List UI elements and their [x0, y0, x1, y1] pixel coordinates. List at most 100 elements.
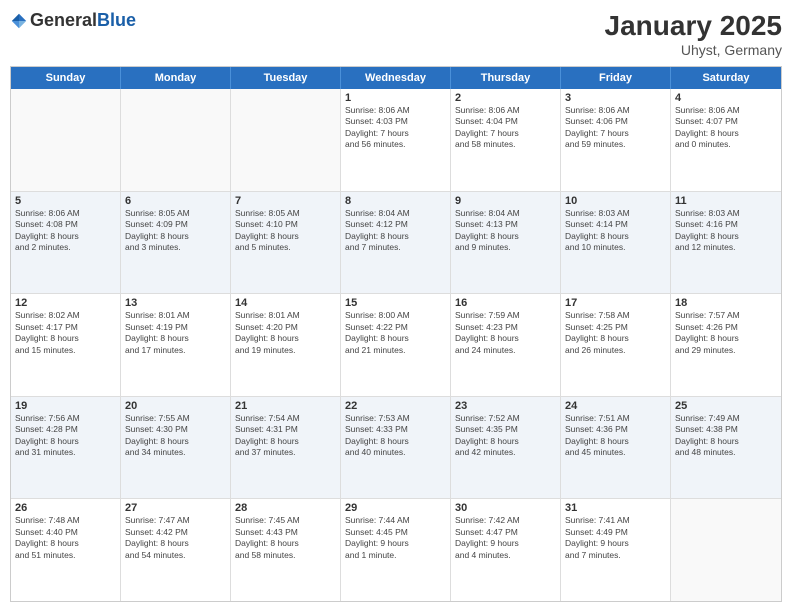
- empty-cell: [121, 89, 231, 191]
- day-info: Sunrise: 7:56 AM Sunset: 4:28 PM Dayligh…: [15, 413, 116, 459]
- day-number: 21: [235, 400, 336, 412]
- day-number: 7: [235, 195, 336, 207]
- calendar-header: SundayMondayTuesdayWednesdayThursdayFrid…: [11, 67, 781, 89]
- day-info: Sunrise: 8:06 AM Sunset: 4:08 PM Dayligh…: [15, 208, 116, 254]
- weekday-header: Saturday: [671, 67, 781, 89]
- weekday-header: Wednesday: [341, 67, 451, 89]
- day-number: 14: [235, 297, 336, 309]
- day-info: Sunrise: 8:01 AM Sunset: 4:20 PM Dayligh…: [235, 310, 336, 356]
- day-number: 22: [345, 400, 446, 412]
- day-cell: 13Sunrise: 8:01 AM Sunset: 4:19 PM Dayli…: [121, 294, 231, 396]
- empty-cell: [671, 499, 781, 601]
- day-number: 17: [565, 297, 666, 309]
- day-info: Sunrise: 8:06 AM Sunset: 4:07 PM Dayligh…: [675, 105, 777, 151]
- day-info: Sunrise: 8:06 AM Sunset: 4:04 PM Dayligh…: [455, 105, 556, 151]
- day-info: Sunrise: 8:05 AM Sunset: 4:10 PM Dayligh…: [235, 208, 336, 254]
- day-number: 19: [15, 400, 116, 412]
- day-number: 24: [565, 400, 666, 412]
- day-cell: 1Sunrise: 8:06 AM Sunset: 4:03 PM Daylig…: [341, 89, 451, 191]
- day-info: Sunrise: 7:51 AM Sunset: 4:36 PM Dayligh…: [565, 413, 666, 459]
- calendar-subtitle: Uhyst, Germany: [605, 42, 782, 58]
- day-info: Sunrise: 7:53 AM Sunset: 4:33 PM Dayligh…: [345, 413, 446, 459]
- logo-icon: [10, 12, 28, 30]
- calendar-title: January 2025: [605, 10, 782, 42]
- day-cell: 11Sunrise: 8:03 AM Sunset: 4:16 PM Dayli…: [671, 192, 781, 294]
- day-number: 1: [345, 92, 446, 104]
- day-info: Sunrise: 8:03 AM Sunset: 4:14 PM Dayligh…: [565, 208, 666, 254]
- day-cell: 30Sunrise: 7:42 AM Sunset: 4:47 PM Dayli…: [451, 499, 561, 601]
- weekday-header: Monday: [121, 67, 231, 89]
- day-number: 6: [125, 195, 226, 207]
- day-number: 3: [565, 92, 666, 104]
- day-cell: 7Sunrise: 8:05 AM Sunset: 4:10 PM Daylig…: [231, 192, 341, 294]
- day-number: 31: [565, 502, 666, 514]
- day-cell: 9Sunrise: 8:04 AM Sunset: 4:13 PM Daylig…: [451, 192, 561, 294]
- day-info: Sunrise: 7:44 AM Sunset: 4:45 PM Dayligh…: [345, 515, 446, 561]
- day-cell: 17Sunrise: 7:58 AM Sunset: 4:25 PM Dayli…: [561, 294, 671, 396]
- day-cell: 23Sunrise: 7:52 AM Sunset: 4:35 PM Dayli…: [451, 397, 561, 499]
- day-cell: 10Sunrise: 8:03 AM Sunset: 4:14 PM Dayli…: [561, 192, 671, 294]
- day-info: Sunrise: 7:59 AM Sunset: 4:23 PM Dayligh…: [455, 310, 556, 356]
- header: GeneralBlue January 2025 Uhyst, Germany: [10, 10, 782, 58]
- logo-text: GeneralBlue: [30, 10, 136, 31]
- day-cell: 28Sunrise: 7:45 AM Sunset: 4:43 PM Dayli…: [231, 499, 341, 601]
- logo-general: General: [30, 10, 97, 30]
- day-number: 5: [15, 195, 116, 207]
- day-cell: 29Sunrise: 7:44 AM Sunset: 4:45 PM Dayli…: [341, 499, 451, 601]
- day-info: Sunrise: 8:06 AM Sunset: 4:06 PM Dayligh…: [565, 105, 666, 151]
- day-info: Sunrise: 8:05 AM Sunset: 4:09 PM Dayligh…: [125, 208, 226, 254]
- calendar-row: 12Sunrise: 8:02 AM Sunset: 4:17 PM Dayli…: [11, 294, 781, 397]
- day-info: Sunrise: 8:02 AM Sunset: 4:17 PM Dayligh…: [15, 310, 116, 356]
- calendar-row: 19Sunrise: 7:56 AM Sunset: 4:28 PM Dayli…: [11, 397, 781, 500]
- day-info: Sunrise: 7:52 AM Sunset: 4:35 PM Dayligh…: [455, 413, 556, 459]
- weekday-header: Sunday: [11, 67, 121, 89]
- logo-blue: Blue: [97, 10, 136, 30]
- day-info: Sunrise: 7:49 AM Sunset: 4:38 PM Dayligh…: [675, 413, 777, 459]
- page: GeneralBlue January 2025 Uhyst, Germany …: [0, 0, 792, 612]
- weekday-header: Tuesday: [231, 67, 341, 89]
- day-info: Sunrise: 7:45 AM Sunset: 4:43 PM Dayligh…: [235, 515, 336, 561]
- day-number: 16: [455, 297, 556, 309]
- day-number: 12: [15, 297, 116, 309]
- day-info: Sunrise: 7:47 AM Sunset: 4:42 PM Dayligh…: [125, 515, 226, 561]
- calendar-row: 1Sunrise: 8:06 AM Sunset: 4:03 PM Daylig…: [11, 89, 781, 192]
- day-cell: 27Sunrise: 7:47 AM Sunset: 4:42 PM Dayli…: [121, 499, 231, 601]
- day-cell: 6Sunrise: 8:05 AM Sunset: 4:09 PM Daylig…: [121, 192, 231, 294]
- day-cell: 21Sunrise: 7:54 AM Sunset: 4:31 PM Dayli…: [231, 397, 341, 499]
- day-number: 10: [565, 195, 666, 207]
- day-info: Sunrise: 8:01 AM Sunset: 4:19 PM Dayligh…: [125, 310, 226, 356]
- day-info: Sunrise: 7:58 AM Sunset: 4:25 PM Dayligh…: [565, 310, 666, 356]
- day-cell: 8Sunrise: 8:04 AM Sunset: 4:12 PM Daylig…: [341, 192, 451, 294]
- day-info: Sunrise: 7:55 AM Sunset: 4:30 PM Dayligh…: [125, 413, 226, 459]
- day-info: Sunrise: 8:04 AM Sunset: 4:12 PM Dayligh…: [345, 208, 446, 254]
- empty-cell: [11, 89, 121, 191]
- day-number: 18: [675, 297, 777, 309]
- day-cell: 31Sunrise: 7:41 AM Sunset: 4:49 PM Dayli…: [561, 499, 671, 601]
- day-number: 28: [235, 502, 336, 514]
- day-cell: 19Sunrise: 7:56 AM Sunset: 4:28 PM Dayli…: [11, 397, 121, 499]
- day-info: Sunrise: 7:41 AM Sunset: 4:49 PM Dayligh…: [565, 515, 666, 561]
- day-number: 8: [345, 195, 446, 207]
- day-cell: 26Sunrise: 7:48 AM Sunset: 4:40 PM Dayli…: [11, 499, 121, 601]
- day-info: Sunrise: 7:48 AM Sunset: 4:40 PM Dayligh…: [15, 515, 116, 561]
- day-cell: 3Sunrise: 8:06 AM Sunset: 4:06 PM Daylig…: [561, 89, 671, 191]
- day-number: 4: [675, 92, 777, 104]
- day-info: Sunrise: 8:00 AM Sunset: 4:22 PM Dayligh…: [345, 310, 446, 356]
- day-cell: 2Sunrise: 8:06 AM Sunset: 4:04 PM Daylig…: [451, 89, 561, 191]
- day-cell: 16Sunrise: 7:59 AM Sunset: 4:23 PM Dayli…: [451, 294, 561, 396]
- weekday-header: Thursday: [451, 67, 561, 89]
- day-number: 26: [15, 502, 116, 514]
- day-number: 9: [455, 195, 556, 207]
- day-number: 23: [455, 400, 556, 412]
- day-number: 20: [125, 400, 226, 412]
- day-cell: 25Sunrise: 7:49 AM Sunset: 4:38 PM Dayli…: [671, 397, 781, 499]
- day-info: Sunrise: 7:54 AM Sunset: 4:31 PM Dayligh…: [235, 413, 336, 459]
- day-number: 13: [125, 297, 226, 309]
- day-number: 15: [345, 297, 446, 309]
- day-cell: 18Sunrise: 7:57 AM Sunset: 4:26 PM Dayli…: [671, 294, 781, 396]
- empty-cell: [231, 89, 341, 191]
- day-number: 25: [675, 400, 777, 412]
- day-cell: 14Sunrise: 8:01 AM Sunset: 4:20 PM Dayli…: [231, 294, 341, 396]
- day-cell: 20Sunrise: 7:55 AM Sunset: 4:30 PM Dayli…: [121, 397, 231, 499]
- weekday-header: Friday: [561, 67, 671, 89]
